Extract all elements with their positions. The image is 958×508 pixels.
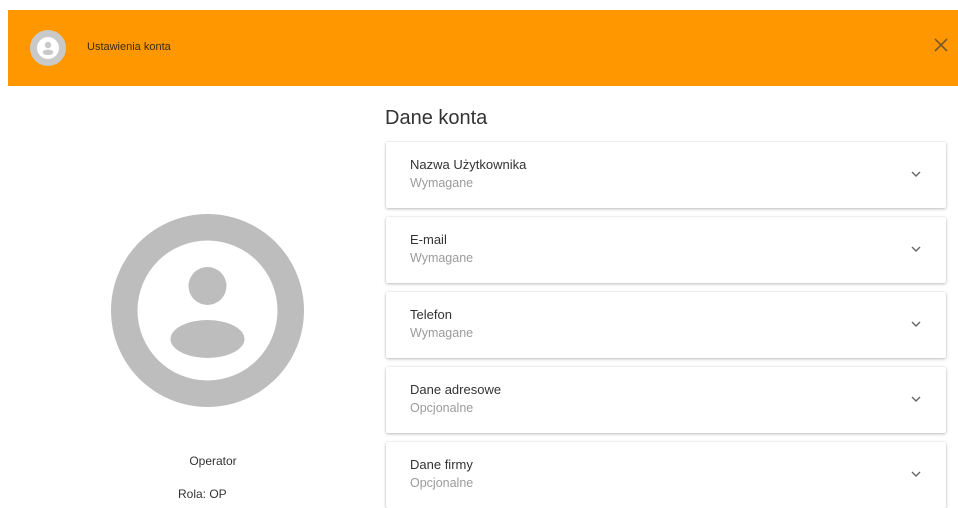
panel-username[interactable]: Nazwa Użytkownika Wymagane: [386, 142, 946, 208]
panel-label: Nazwa Użytkownika: [410, 157, 527, 172]
panel-phone[interactable]: Telefon Wymagane: [386, 292, 946, 358]
panel-email[interactable]: E-mail Wymagane: [386, 217, 946, 283]
section-title: Dane konta: [385, 107, 488, 129]
profile-avatar: [111, 214, 304, 407]
panel-address[interactable]: Dane adresowe Opcjonalne: [386, 367, 946, 433]
chevron-down-icon[interactable]: [910, 243, 922, 255]
panel-label: E-mail: [410, 232, 447, 247]
account-circle-icon: [30, 30, 66, 66]
dialog-header: Ustawienia konta: [8, 10, 958, 86]
panel-status: Opcjonalne: [410, 401, 474, 415]
panel-status: Wymagane: [410, 251, 474, 265]
panel-label: Dane firmy: [410, 457, 473, 472]
account-circle-icon: [137, 240, 278, 381]
panel-status: Opcjonalne: [410, 476, 474, 490]
profile-name: Operator: [189, 454, 237, 468]
close-button[interactable]: [930, 34, 952, 56]
panel-company[interactable]: Dane firmy Opcjonalne: [386, 442, 946, 508]
chevron-down-icon[interactable]: [910, 393, 922, 405]
chevron-down-icon[interactable]: [910, 318, 922, 330]
profile-role: Rola: OP: [178, 487, 227, 501]
panel-label: Telefon: [410, 307, 452, 322]
chevron-down-icon[interactable]: [910, 168, 922, 180]
top-strip: [0, 0, 958, 10]
dialog-title: Ustawienia konta: [87, 41, 171, 53]
chevron-down-icon[interactable]: [910, 468, 922, 480]
panel-status: Wymagane: [410, 326, 474, 340]
panel-status: Wymagane: [410, 176, 474, 190]
panel-label: Dane adresowe: [410, 382, 502, 397]
close-icon: [934, 38, 948, 52]
